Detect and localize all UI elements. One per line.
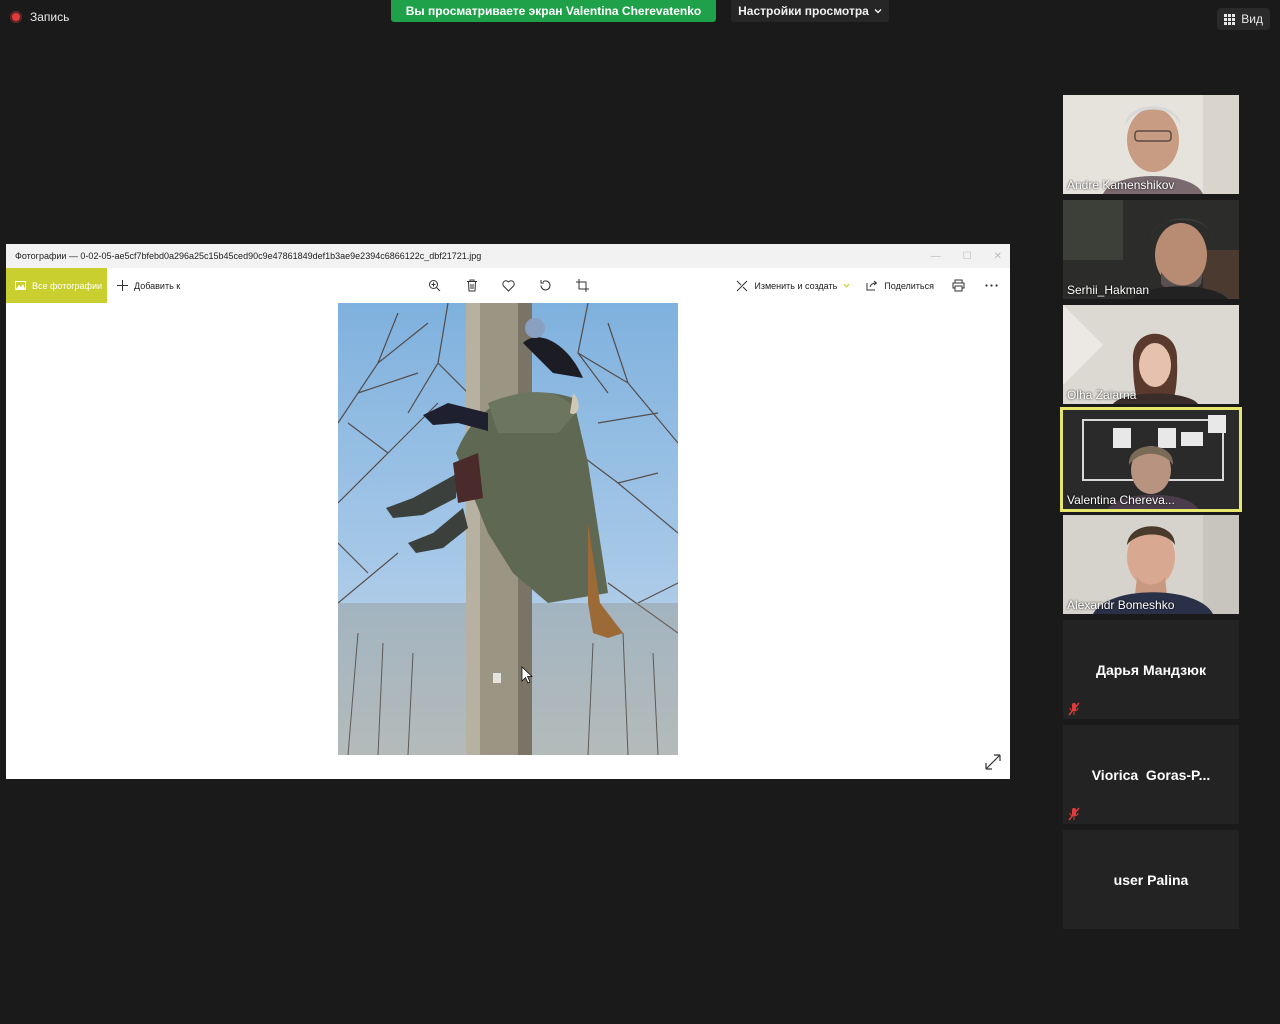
chevron-down-icon bbox=[843, 283, 850, 288]
rotate-icon[interactable] bbox=[537, 277, 554, 294]
zoom-in-icon[interactable] bbox=[426, 277, 443, 294]
edit-icon bbox=[737, 280, 748, 291]
shared-photos-window: Фотографии — 0-02-05-ae5cf7bfebd0a296a25… bbox=[6, 244, 1010, 779]
participant-tile[interactable]: Viorica Goras-P... bbox=[1063, 725, 1239, 824]
participant-tile[interactable]: Olha Zaiarna bbox=[1063, 305, 1239, 404]
participant-name: Andre Kamenshikov bbox=[1067, 178, 1175, 192]
participant-tile[interactable]: Andre Kamenshikov bbox=[1063, 95, 1239, 194]
view-settings-label: Настройки просмотра bbox=[738, 4, 869, 18]
view-settings-button[interactable]: Настройки просмотра bbox=[731, 0, 889, 22]
record-label: Запись bbox=[30, 10, 70, 24]
all-photos-label: Все фотографии bbox=[32, 280, 103, 291]
crop-icon[interactable] bbox=[574, 277, 591, 294]
participant-tile[interactable]: user Palina bbox=[1063, 830, 1239, 929]
screen-share-banner: Вы просматриваете экран Valentina Cherev… bbox=[391, 0, 716, 22]
participant-name: Viorica Goras-P... bbox=[1091, 766, 1211, 783]
displayed-photo bbox=[338, 303, 678, 755]
participant-tile[interactable]: Дарья Мандзюк bbox=[1063, 620, 1239, 719]
heart-icon[interactable] bbox=[500, 277, 517, 294]
participant-tile[interactable]: Alexandr Bomeshko bbox=[1063, 515, 1239, 614]
edit-create-label: Изменить и создать bbox=[754, 280, 838, 291]
participant-name: user Palina bbox=[1113, 871, 1189, 888]
participant-name: Alexandr Bomeshko bbox=[1067, 598, 1175, 612]
grid-icon bbox=[1224, 13, 1236, 25]
add-to-label: Добавить к bbox=[134, 280, 181, 291]
photos-toolbar: Все фотографии Добавить к Изменить и соз… bbox=[6, 268, 1010, 303]
close-icon[interactable]: ✕ bbox=[994, 251, 1002, 262]
participant-name: Olha Zaiarna bbox=[1067, 388, 1137, 402]
participant-name: Valentina Chereva... bbox=[1067, 493, 1175, 507]
delete-icon[interactable] bbox=[463, 277, 480, 294]
view-label: Вид bbox=[1241, 12, 1263, 26]
minimize-icon[interactable]: — bbox=[931, 251, 941, 262]
window-titlebar: Фотографии — 0-02-05-ae5cf7bfebd0a296a25… bbox=[6, 244, 1010, 268]
gallery-icon bbox=[15, 281, 26, 290]
share-label: Поделиться bbox=[884, 280, 934, 291]
fullscreen-icon[interactable] bbox=[984, 753, 1002, 771]
participant-tile[interactable]: Serhii_Hakman bbox=[1063, 200, 1239, 299]
add-to-button[interactable]: Добавить к bbox=[117, 280, 180, 291]
mic-muted-icon bbox=[1068, 807, 1080, 821]
more-options-icon[interactable] bbox=[983, 277, 1000, 294]
maximize-icon[interactable]: ☐ bbox=[963, 251, 972, 262]
plus-icon bbox=[117, 280, 128, 291]
share-button[interactable]: Поделиться bbox=[866, 280, 934, 291]
print-icon[interactable] bbox=[950, 277, 967, 294]
mic-muted-icon bbox=[1068, 702, 1080, 716]
all-photos-button[interactable]: Все фотографии bbox=[6, 268, 107, 303]
participant-tile-active-speaker[interactable]: Valentina Chereva... bbox=[1060, 407, 1242, 512]
view-button[interactable]: Вид bbox=[1217, 8, 1270, 30]
chevron-down-icon bbox=[874, 9, 882, 14]
edit-create-button[interactable]: Изменить и создать bbox=[736, 280, 850, 292]
record-icon bbox=[10, 11, 22, 23]
participant-name: Serhii_Hakman bbox=[1067, 283, 1150, 297]
window-title: Фотографии — 0-02-05-ae5cf7bfebd0a296a25… bbox=[15, 251, 482, 261]
share-icon bbox=[866, 280, 878, 291]
record-indicator[interactable]: Запись bbox=[10, 10, 69, 24]
participant-name: Дарья Мандзюк bbox=[1095, 661, 1207, 678]
